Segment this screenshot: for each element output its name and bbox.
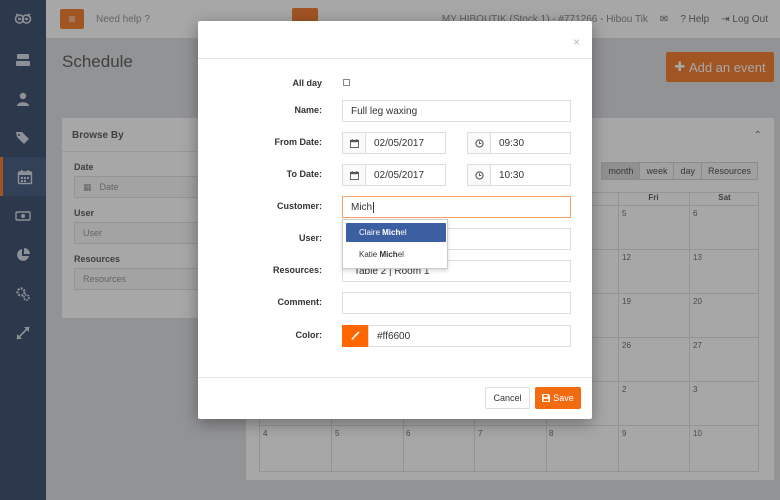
from-date-input[interactable]: 02/05/2017 — [365, 132, 446, 154]
event-modal: × All day Name: Full leg waxing From Dat… — [198, 21, 592, 419]
floppy-icon — [542, 394, 551, 402]
comment-input[interactable] — [342, 292, 571, 314]
comment-row: Comment: — [198, 292, 592, 314]
name-input[interactable]: Full leg waxing — [342, 100, 571, 122]
name-row: Name: Full leg waxing — [198, 100, 592, 122]
from-date-row: From Date: 02/05/2017 09:30 — [198, 132, 592, 154]
calendar-icon[interactable] — [342, 132, 366, 154]
text-cursor — [373, 201, 375, 213]
clock-icon[interactable] — [467, 132, 491, 154]
suggestion-item[interactable]: Claire Mich el — [346, 223, 446, 242]
cancel-button[interactable]: Cancel — [485, 387, 530, 409]
resources-label: Resources: — [272, 265, 322, 275]
to-date-input[interactable]: 02/05/2017 — [365, 164, 446, 186]
to-time-input[interactable]: 10:30 — [490, 164, 571, 186]
brush-icon — [351, 331, 360, 340]
all-day-row: All day — [198, 73, 592, 95]
customer-input[interactable]: Mich — [342, 196, 571, 218]
customer-label: Customer: — [276, 201, 322, 211]
to-date-row: To Date: 02/05/2017 10:30 — [198, 164, 592, 186]
user-label: User: — [298, 233, 322, 243]
color-input[interactable]: #ff6600 — [368, 325, 571, 347]
color-label: Color: — [295, 330, 323, 340]
calendar-icon[interactable] — [342, 164, 366, 186]
from-time-input[interactable]: 09:30 — [490, 132, 571, 154]
comment-label: Comment: — [277, 297, 323, 307]
clock-icon[interactable] — [467, 164, 491, 186]
save-button[interactable]: Save — [535, 387, 581, 409]
customer-suggestions: Claire Mich el Katie Mich el — [342, 219, 448, 269]
close-icon[interactable]: × — [573, 35, 580, 49]
name-label: Name: — [294, 105, 322, 115]
from-date-label: From Date: — [274, 137, 322, 147]
to-date-label: To Date: — [286, 169, 322, 179]
modal-header: × — [198, 21, 592, 59]
color-picker-button[interactable] — [342, 325, 368, 347]
modal-footer: Cancel Save — [198, 377, 592, 419]
customer-row: Customer: Mich — [198, 196, 592, 218]
all-day-label: All day — [292, 78, 322, 88]
all-day-checkbox[interactable] — [343, 79, 350, 86]
color-row: Color: #ff6600 — [198, 325, 592, 347]
suggestion-item[interactable]: Katie Mich el — [346, 245, 446, 264]
